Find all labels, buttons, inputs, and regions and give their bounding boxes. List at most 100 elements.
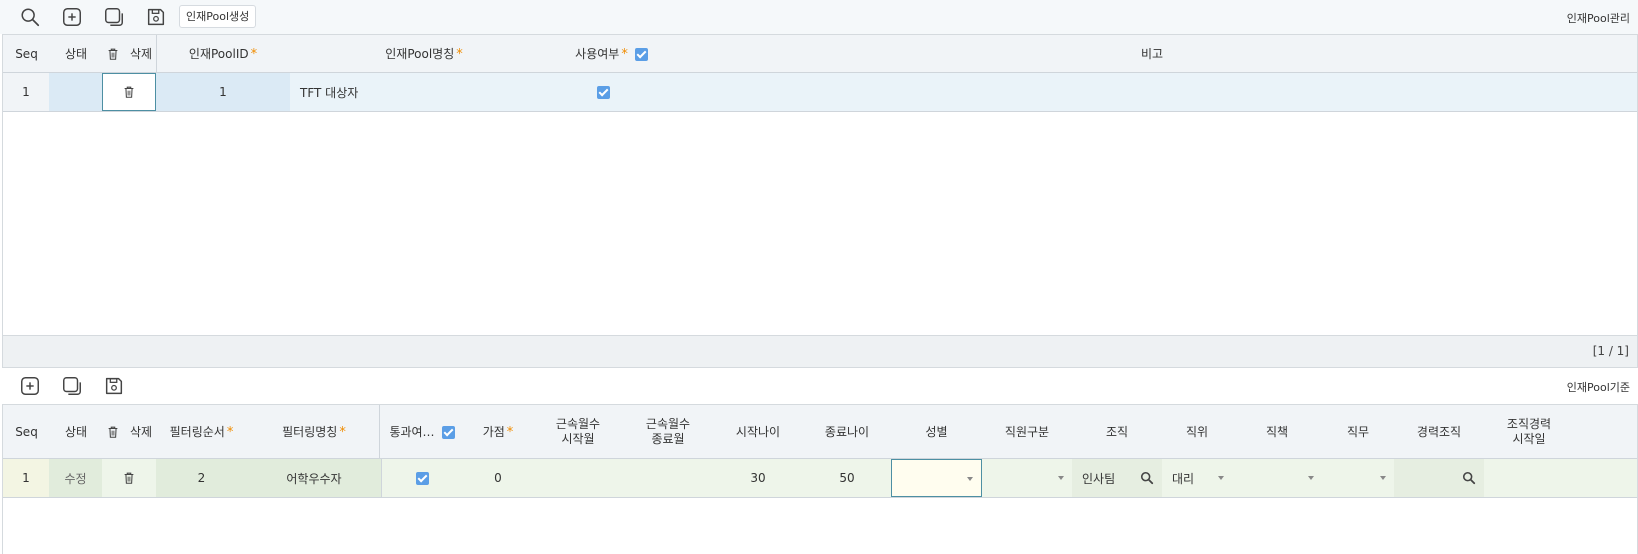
col-delete[interactable]: 삭제 [102, 405, 156, 459]
cell-remark[interactable] [665, 73, 1637, 111]
trash-icon[interactable] [122, 471, 136, 485]
org-lookup[interactable]: 인사팀 [1072, 459, 1162, 497]
search-button[interactable] [17, 4, 43, 30]
col-tenure-end[interactable]: 근속월수 종료월 [623, 405, 713, 459]
cell-pool-id[interactable]: 1 [156, 73, 290, 111]
chevron-down-icon[interactable] [1308, 476, 1314, 480]
cell-pool-name[interactable]: TFT 대상자 [290, 73, 558, 111]
col-delete-label: 삭제 [129, 424, 153, 439]
screen-title-criteria: 인재Pool기준 [1566, 381, 1630, 394]
career-org-lookup[interactable] [1394, 459, 1484, 497]
col-career-org[interactable]: 경력조직 [1394, 405, 1484, 459]
col-score[interactable]: 가점 * [463, 405, 533, 459]
add-criteria-button[interactable] [17, 373, 43, 399]
plus-square-icon [21, 377, 39, 395]
use-yn-checkbox[interactable] [596, 85, 610, 99]
select-all-use-checkbox[interactable] [634, 47, 648, 61]
copy-icon [105, 8, 123, 26]
pool-grid-header: Seq 상태 삭제 인재PoolID * 인재Pool명칭 * 사용여부 * 비고 [3, 35, 1637, 73]
col-filter-name-label: 필터링명칭 [282, 424, 338, 439]
col-remark[interactable]: 비고 [665, 35, 1637, 73]
select-all-pass-checkbox[interactable] [441, 425, 455, 439]
col-end-age[interactable]: 종료나이 [803, 405, 891, 459]
cell-end-age[interactable]: 50 [803, 459, 891, 497]
col-emp-type[interactable]: 직원구분 [982, 405, 1072, 459]
col-tenure-start[interactable]: 근속월수 시작월 [533, 405, 623, 459]
col-filter-order[interactable]: 필터링순서 * [156, 405, 247, 459]
col-tenure-start-line2: 시작월 [561, 432, 595, 446]
save-icon [147, 8, 165, 26]
cell-pass-yn[interactable] [381, 459, 463, 497]
screen-title-pool: 인재Pool관리 [1566, 12, 1630, 25]
col-pass-yn[interactable]: 통과여… [381, 405, 463, 459]
trash-icon [108, 426, 118, 438]
cell-delete[interactable] [102, 73, 156, 111]
col-seq[interactable]: Seq [3, 35, 50, 73]
org-value: 인사팀 [1082, 471, 1116, 486]
cell-filter-name[interactable]: 어학우수자 [247, 459, 381, 497]
search-icon[interactable] [1140, 471, 1154, 485]
plus-square-icon [63, 8, 81, 26]
position-select[interactable]: 대리 [1162, 459, 1232, 497]
col-status[interactable]: 상태 [50, 35, 102, 73]
col-tenure-start-line1: 근속월수 [555, 417, 601, 431]
trash-icon [108, 48, 118, 60]
cell-start-age[interactable]: 30 [713, 459, 803, 497]
create-pool-button[interactable]: 인재Pool생성 [179, 5, 257, 28]
job-select[interactable] [1322, 459, 1394, 497]
cell-use-yn[interactable] [558, 73, 648, 111]
pool-grid: Seq 상태 삭제 인재PoolID * 인재Pool명칭 * 사용여부 * 비고 1 [2, 34, 1638, 368]
header-divider [156, 35, 157, 73]
search-icon[interactable] [1462, 471, 1476, 485]
chevron-down-icon[interactable] [1380, 476, 1386, 480]
table-row[interactable]: 1 수정 2 어학우수자 0 30 50 인사팀 대리 [3, 459, 1637, 498]
cell-org-career-start[interactable] [1484, 459, 1637, 497]
cell-tenure-start[interactable] [533, 459, 623, 497]
copy-criteria-button[interactable] [59, 373, 85, 399]
chevron-down-icon[interactable] [967, 477, 973, 481]
bottom-toolbar: 인재Pool기준 [0, 368, 1638, 404]
duty-select[interactable] [1232, 459, 1322, 497]
gender-select[interactable] [891, 459, 982, 497]
col-org[interactable]: 조직 [1072, 405, 1162, 459]
cell-delete[interactable] [102, 459, 156, 497]
col-filter-name[interactable]: 필터링명칭 * [247, 405, 381, 459]
col-pass-yn-label: 통과여… [389, 424, 435, 439]
pass-yn-checkbox[interactable] [416, 471, 429, 485]
copy-row-button[interactable] [101, 4, 127, 30]
save-button[interactable] [143, 4, 169, 30]
save-icon [105, 377, 123, 395]
col-pool-name[interactable]: 인재Pool명칭 * [290, 35, 558, 73]
copy-icon [63, 377, 81, 395]
cell-tenure-end[interactable] [623, 459, 713, 497]
col-pool-id[interactable]: 인재PoolID * [156, 35, 290, 73]
col-job[interactable]: 직무 [1322, 405, 1394, 459]
required-star-icon: * [226, 424, 234, 440]
col-position[interactable]: 직위 [1162, 405, 1232, 459]
col-org-career-start[interactable]: 조직경력 시작일 [1484, 405, 1574, 459]
col-status[interactable]: 상태 [50, 405, 102, 459]
cell-status[interactable] [49, 73, 102, 111]
col-seq[interactable]: Seq [3, 405, 50, 459]
cell-status[interactable]: 수정 [49, 459, 102, 497]
save-criteria-button[interactable] [101, 373, 127, 399]
emp-type-select[interactable] [982, 459, 1072, 497]
col-gender[interactable]: 성별 [891, 405, 982, 459]
add-row-button[interactable] [59, 4, 85, 30]
cell-filter-order[interactable]: 2 [156, 459, 247, 497]
cell-score[interactable]: 0 [463, 459, 533, 497]
col-use-yn[interactable]: 사용여부 * [558, 35, 665, 73]
search-icon [21, 8, 40, 27]
col-org-career-start-line1: 조직경력 [1506, 417, 1552, 431]
chevron-down-icon[interactable] [1058, 476, 1064, 480]
table-row[interactable]: 1 1 TFT 대상자 [3, 73, 1637, 112]
col-delete[interactable]: 삭제 [102, 35, 156, 73]
col-score-label: 가점 [482, 424, 505, 439]
required-star-icon: * [250, 46, 258, 62]
trash-icon[interactable] [122, 85, 136, 99]
col-org-career-start-line2: 시작일 [1512, 432, 1546, 446]
col-duty[interactable]: 직책 [1232, 405, 1322, 459]
chevron-down-icon[interactable] [1218, 476, 1224, 480]
pool-grid-footer: [1 / 1] [3, 335, 1637, 367]
col-start-age[interactable]: 시작나이 [713, 405, 803, 459]
